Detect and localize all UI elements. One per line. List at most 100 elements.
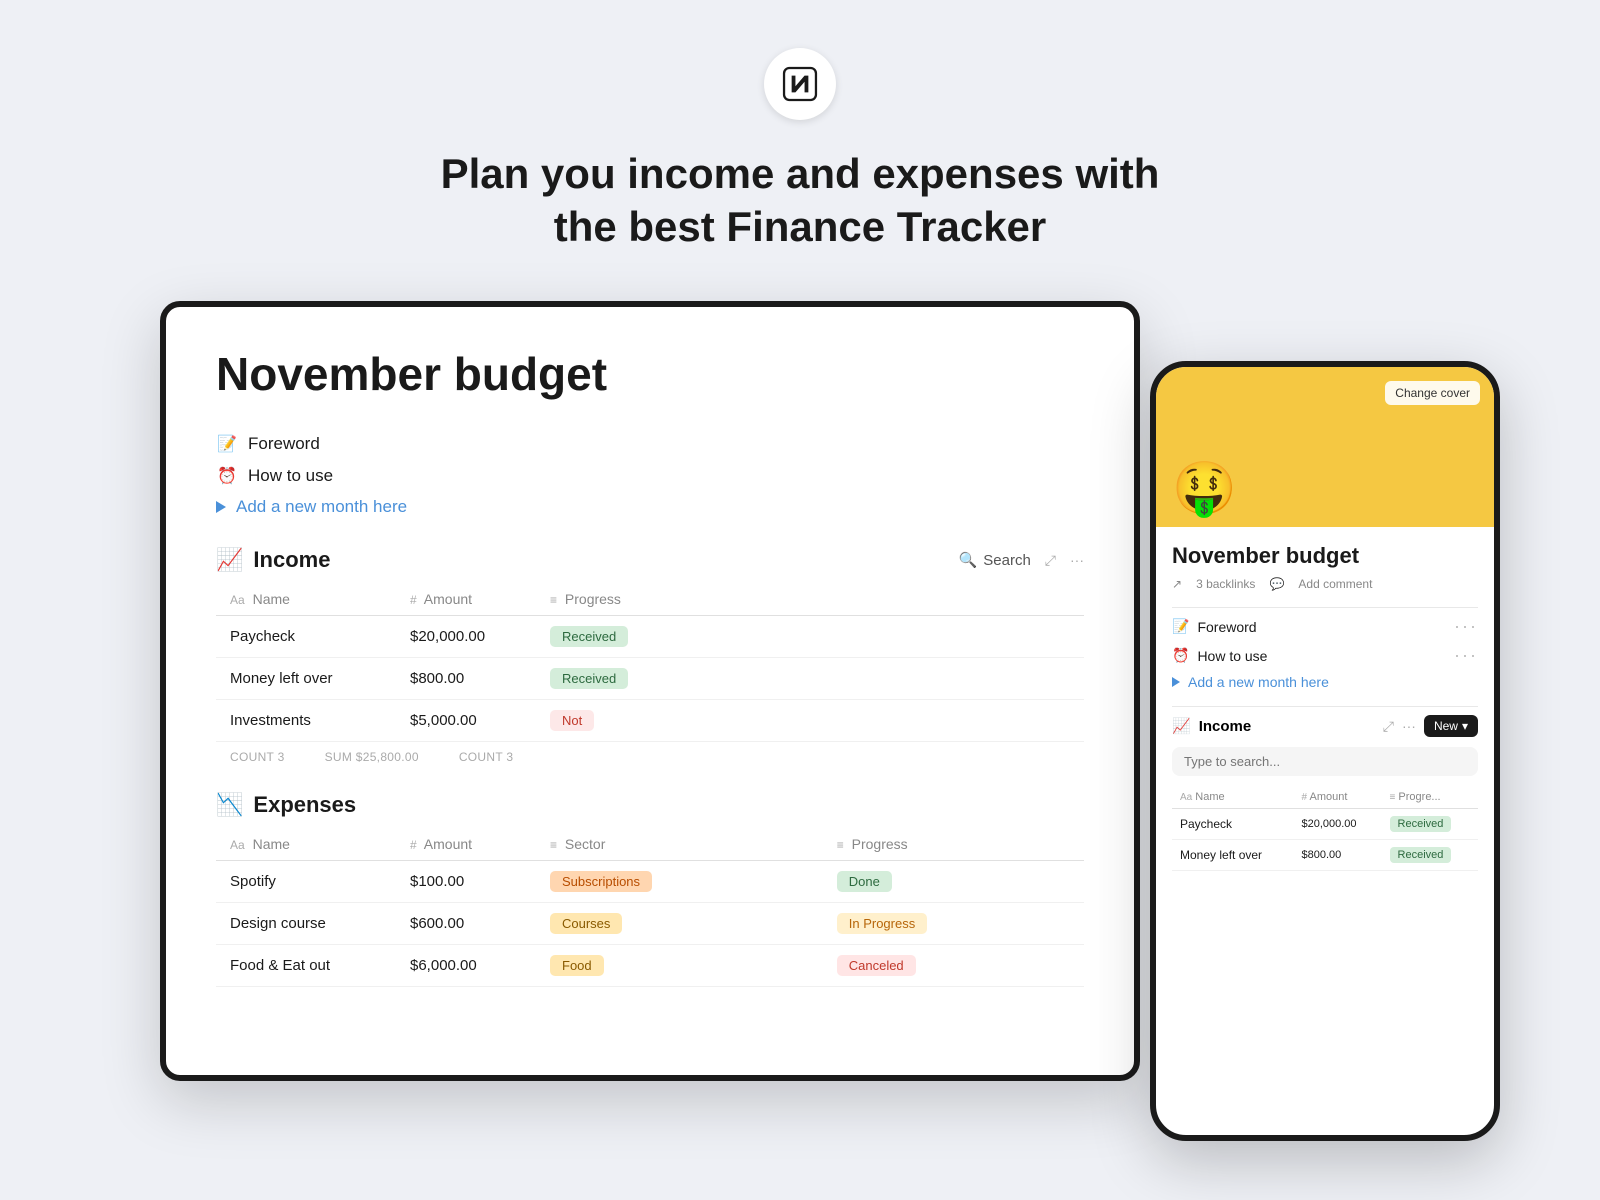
income-title: 📈 Income [216, 547, 330, 573]
row-progress: Not [536, 700, 1084, 742]
table-row[interactable]: Money left over $800.00 Received [216, 658, 1084, 700]
expand-icon[interactable]: ⤢ [1045, 552, 1056, 569]
mobile-expand-icon[interactable]: ⤢ [1383, 718, 1394, 735]
foreword-row: 📝 Foreword ··· [1172, 616, 1478, 637]
mobile-income-table: Aa Name # Amount ≡ Progre... Paycheck $2… [1172, 786, 1478, 871]
row-amount: $20,000.00 [396, 616, 536, 658]
mobile-content: November budget ↗ 3 backlinks 💬 Add comm… [1156, 527, 1494, 1135]
row-name: Food & Eat out [216, 945, 396, 987]
how-to-use-icon-m: ⏰ [1172, 647, 1189, 664]
mobile-table-row[interactable]: Money left over $800.00 Received [1172, 840, 1478, 871]
mobile-row-name: Money left over [1172, 840, 1293, 871]
table-row[interactable]: Design course $600.00 Courses In Progres… [216, 903, 1084, 945]
row-sector: Subscriptions [536, 861, 823, 903]
chevron-down-icon: ▾ [1462, 719, 1468, 733]
row-amount: $5,000.00 [396, 700, 536, 742]
table-row[interactable]: Spotify $100.00 Subscriptions Done [216, 861, 1084, 903]
foreword-link[interactable]: 📝 Foreword [216, 433, 1084, 455]
income-icon-m: 📈 [1172, 717, 1191, 735]
row-progress: Received [536, 658, 1084, 700]
row-amount: $100.00 [396, 861, 536, 903]
hero-section: Plan you income and expenses with the be… [0, 0, 1600, 301]
more-options-icon[interactable]: ··· [1070, 552, 1084, 568]
change-cover-button[interactable]: Change cover [1385, 381, 1480, 405]
mobile-more-icon[interactable]: ··· [1402, 718, 1416, 734]
mobile-col-amount: # Amount [1293, 786, 1381, 809]
mobile-foreword-link[interactable]: 📝 Foreword [1172, 618, 1257, 635]
row-progress: Done [823, 861, 1084, 903]
row-amount: $6,000.00 [396, 945, 536, 987]
more-icon[interactable]: ··· [1454, 616, 1478, 637]
notion-logo [764, 48, 836, 120]
mobile-income-header: 📈 Income ⤢ ··· New ▾ [1172, 715, 1478, 737]
col-header-sector: ≡ Sector [536, 828, 823, 861]
mobile-row-name: Paycheck [1172, 809, 1293, 840]
expenses-table: Aa Name # Amount ≡ Sector ≡ Progress [216, 828, 1084, 987]
income-icon: 📈 [216, 547, 243, 573]
mobile-col-progress: ≡ Progre... [1382, 786, 1478, 809]
row-amount: $800.00 [396, 658, 536, 700]
mobile-row-amount: $20,000.00 [1293, 809, 1381, 840]
add-month-row: Add a new month here [1172, 674, 1478, 690]
divider [1172, 607, 1478, 608]
income-footer: COUNT 3 SUM $25,800.00 COUNT 3 [216, 742, 1084, 772]
mobile-col-name: Aa Name [1172, 786, 1293, 809]
table-row[interactable]: Investments $5,000.00 Not [216, 700, 1084, 742]
row-sector: Food [536, 945, 823, 987]
mobile-row-amount: $800.00 [1293, 840, 1381, 871]
table-row[interactable]: Paycheck $20,000.00 Received [216, 616, 1084, 658]
new-button[interactable]: New ▾ [1424, 715, 1478, 737]
income-search-btn[interactable]: 🔍 Search [959, 551, 1031, 569]
mobile-row-progress: Received [1382, 809, 1478, 840]
col-header-progress-exp: ≡ Progress [823, 828, 1084, 861]
col-header-name: Aa Name [216, 583, 396, 616]
desktop-mockup: November budget 📝 Foreword ⏰ How to use … [160, 301, 1140, 1081]
expenses-title: 📉 Expenses [216, 792, 356, 818]
foreword-icon: 📝 [216, 433, 238, 455]
row-progress: Received [536, 616, 1084, 658]
backlinks-icon: ↗ [1172, 577, 1182, 591]
col-header-amount: # Amount [396, 583, 536, 616]
row-name: Paycheck [216, 616, 396, 658]
how-to-use-icon: ⏰ [216, 465, 238, 487]
triangle-icon [216, 501, 226, 513]
mobile-income-title: 📈 Income [1172, 717, 1251, 735]
mobile-row-progress: Received [1382, 840, 1478, 871]
row-amount: $600.00 [396, 903, 536, 945]
mobile-table-row[interactable]: Paycheck $20,000.00 Received [1172, 809, 1478, 840]
expenses-icon: 📉 [216, 792, 243, 818]
desktop-page-title: November budget [216, 347, 1084, 401]
row-name: Design course [216, 903, 396, 945]
foreword-icon-m: 📝 [1172, 618, 1189, 635]
income-actions: 🔍 Search ⤢ ··· [959, 551, 1084, 569]
col-header-progress: ≡ Progress [536, 583, 1084, 616]
how-to-use-link[interactable]: ⏰ How to use [216, 465, 1084, 487]
desktop-page-links: 📝 Foreword ⏰ How to use Add a new month … [216, 433, 1084, 517]
mobile-add-month-link[interactable]: Add a new month here [1172, 674, 1329, 690]
search-icon: 🔍 [959, 551, 978, 569]
row-progress: In Progress [823, 903, 1084, 945]
mobile-cover: Change cover 🤑 [1156, 367, 1494, 527]
how-to-use-row: ⏰ How to use ··· [1172, 645, 1478, 666]
mobile-how-to-use-link[interactable]: ⏰ How to use [1172, 647, 1267, 664]
comment-icon: 💬 [1269, 577, 1284, 591]
divider-2 [1172, 706, 1478, 707]
mobile-income-actions: ⤢ ··· New ▾ [1383, 715, 1478, 737]
mobile-backlinks: ↗ 3 backlinks 💬 Add comment [1172, 577, 1478, 591]
income-section: 📈 Income 🔍 Search ⤢ ··· [216, 547, 1084, 772]
devices-container: November budget 📝 Foreword ⏰ How to use … [100, 301, 1500, 1121]
add-month-link[interactable]: Add a new month here [216, 497, 1084, 517]
row-name: Investments [216, 700, 396, 742]
row-name: Money left over [216, 658, 396, 700]
row-name: Spotify [216, 861, 396, 903]
mobile-page-links: 📝 Foreword ··· ⏰ How to use ··· Add a [1172, 616, 1478, 690]
more-icon-2[interactable]: ··· [1454, 645, 1478, 666]
col-header-name-exp: Aa Name [216, 828, 396, 861]
mobile-page-title: November budget [1172, 543, 1478, 569]
row-progress: Canceled [823, 945, 1084, 987]
table-row[interactable]: Food & Eat out $6,000.00 Food Canceled [216, 945, 1084, 987]
mobile-search-input[interactable] [1172, 747, 1478, 776]
col-header-amount-exp: # Amount [396, 828, 536, 861]
cover-emoji: 🤑 [1172, 463, 1237, 515]
triangle-icon-m [1172, 677, 1180, 687]
